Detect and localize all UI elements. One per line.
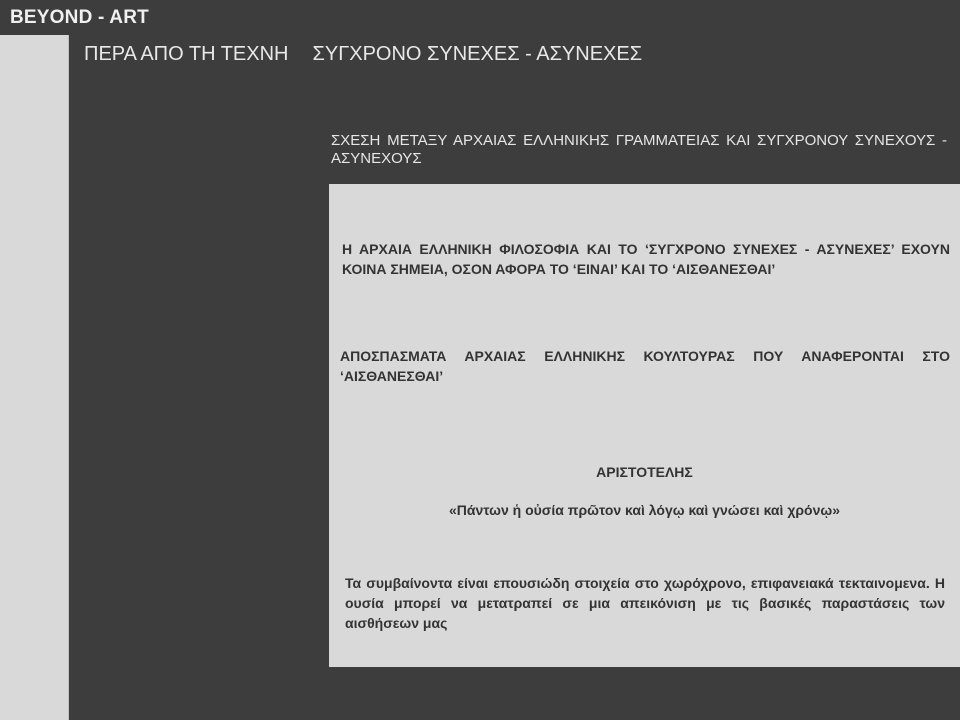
left-sidebar — [0, 35, 69, 720]
site-title[interactable]: BEYOND - ART — [10, 7, 149, 29]
quote: «Πάντων ἡ οὐσία πρῶτον καὶ λόγῳ καὶ γνώσ… — [449, 502, 840, 518]
commentary-paragraph: Τα συμβαίνοντα είναι επουσιώδη στοιχεία … — [345, 575, 945, 631]
content-panel: Η ΑΡΧΑΙΑ ΕΛΛΗΝΙΚΗ ΦΙΛΟΣΟΦΙΑ ΚΑΙ ΤΟ ‘ΣΥΓΧ… — [329, 184, 960, 667]
page: BEYOND - ART ΠΕΡΑ ΑΠΟ ΤΗ ΤΕΧΝΗ ΣΥΓΧΡΟΝΟ … — [0, 0, 960, 720]
author-name: ΑΡΙΣΤΟΤΕΛΗΣ — [596, 464, 693, 480]
nav-link-continuous-discontinuous[interactable]: ΣΥΓΧΡΟΝΟ ΣΥΝΕΧΕΣ - ΑΣΥΝΕΧΕΣ — [313, 43, 643, 66]
excerpts-heading: ΑΠΟΣΠΑΣΜΑΤΑ ΑΡΧΑΙΑΣ ΕΛΛΗΝΙΚΗΣ ΚΟΥΛΤΟΥΡΑΣ… — [340, 348, 950, 384]
section-heading: ΣΧΕΣΗ ΜΕΤΑΞΥ ΑΡΧΑΙΑΣ ΕΛΛΗΝΙΚΗΣ ΓΡΑΜΜΑΤΕΙ… — [331, 132, 947, 167]
nav-link-beyond-art[interactable]: ΠΕΡΑ ΑΠΟ ΤΗ ΤΕΧΝΗ — [84, 43, 289, 66]
intro-paragraph: Η ΑΡΧΑΙΑ ΕΛΛΗΝΙΚΗ ΦΙΛΟΣΟΦΙΑ ΚΑΙ ΤΟ ‘ΣΥΓΧ… — [342, 241, 950, 277]
top-navigation: ΠΕΡΑ ΑΠΟ ΤΗ ΤΕΧΝΗ ΣΥΓΧΡΟΝΟ ΣΥΝΕΧΕΣ - ΑΣΥ… — [84, 43, 642, 66]
